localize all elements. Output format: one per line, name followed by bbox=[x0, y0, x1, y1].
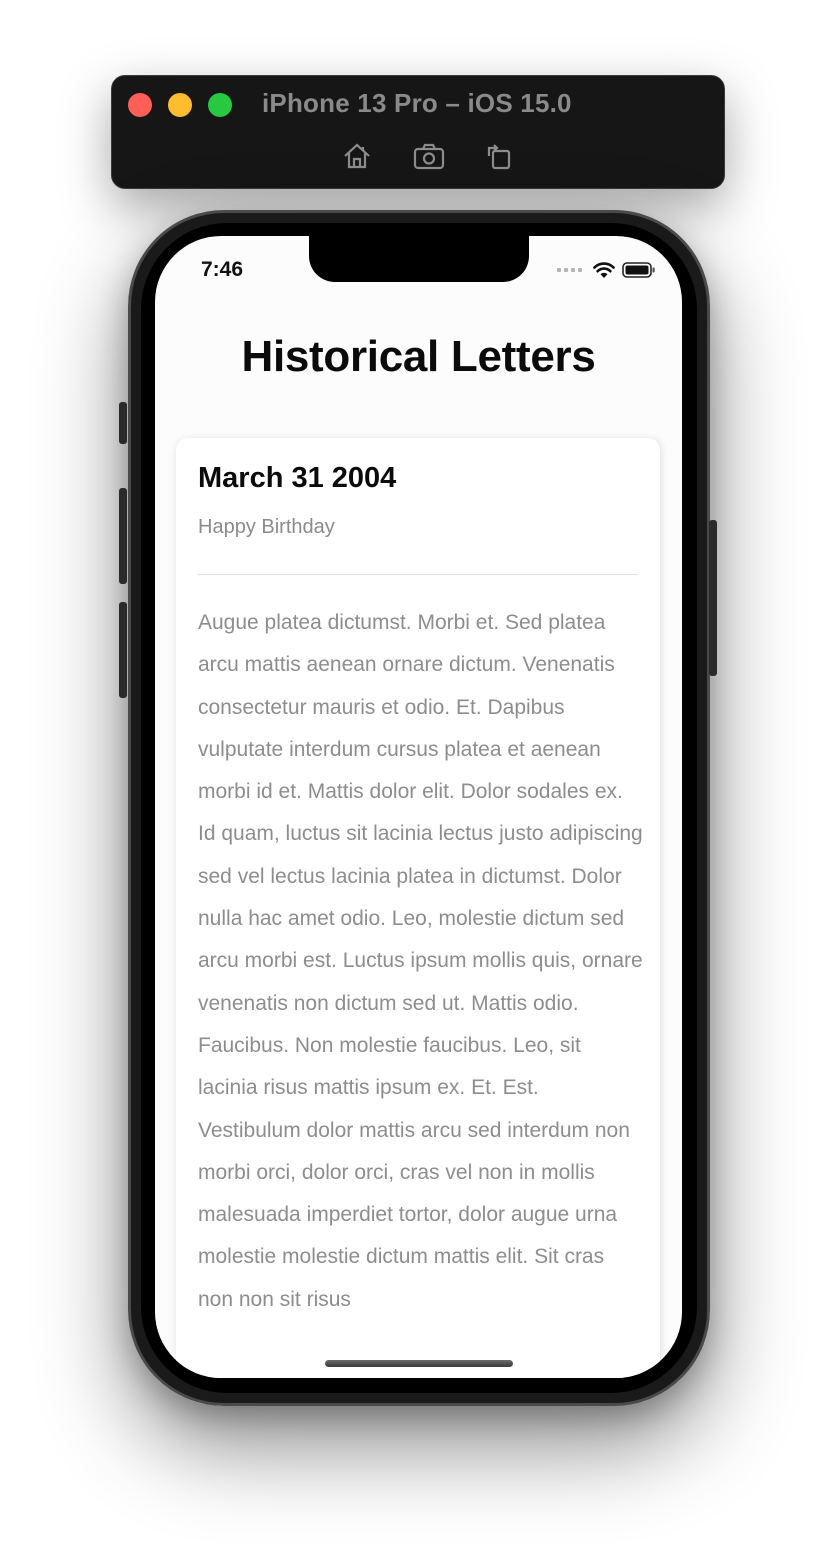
device-screen: 7:46 Historical Letters March 31 2004 Ha… bbox=[155, 236, 682, 1378]
page-title: Historical Letters bbox=[241, 332, 596, 381]
wifi-icon bbox=[593, 262, 615, 278]
volume-down-button bbox=[119, 602, 127, 698]
simulator-title: iPhone 13 Pro – iOS 15.0 bbox=[262, 88, 572, 118]
home-indicator[interactable] bbox=[325, 1360, 513, 1367]
letter-date: March 31 2004 bbox=[198, 462, 397, 494]
minimize-window-button[interactable] bbox=[168, 93, 192, 117]
rotate-button[interactable] bbox=[479, 136, 519, 176]
home-button[interactable] bbox=[337, 136, 377, 176]
close-window-button[interactable] bbox=[128, 93, 152, 117]
letter-body: Augue platea dictumst. Morbi et. Sed pla… bbox=[198, 611, 643, 1311]
status-time: 7:46 bbox=[201, 258, 244, 281]
power-button bbox=[709, 520, 717, 676]
volume-up-button bbox=[119, 488, 127, 584]
battery-icon bbox=[622, 262, 655, 278]
rotate-icon bbox=[487, 144, 511, 170]
notch bbox=[309, 236, 529, 282]
divider bbox=[198, 574, 638, 575]
zoom-window-button[interactable] bbox=[208, 93, 232, 117]
home-icon bbox=[344, 143, 370, 169]
status-icons bbox=[557, 260, 656, 280]
letter-subtitle: Happy Birthday bbox=[198, 516, 335, 538]
screenshot-icon bbox=[413, 143, 445, 170]
simulator-toolbar: iPhone 13 Pro – iOS 15.0 bbox=[111, 75, 725, 189]
letter-card[interactable]: March 31 2004 Happy Birthday Augue plate… bbox=[176, 438, 660, 1378]
silent-switch bbox=[119, 402, 127, 444]
cellular-icon bbox=[557, 268, 582, 272]
screenshot-button[interactable] bbox=[409, 136, 449, 176]
